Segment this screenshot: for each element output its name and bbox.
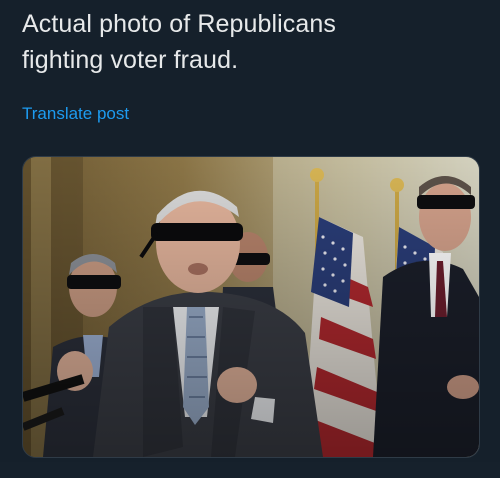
post-text-line-1: Actual photo of Republicans: [22, 10, 337, 38]
post-text: Actual photo of Republicans fighting vot…: [22, 6, 482, 78]
post-photo[interactable]: [22, 156, 480, 458]
translate-post-link[interactable]: Translate post: [22, 103, 129, 125]
post-text-line-2: fighting voter fraud.: [22, 46, 239, 74]
photo-image: [23, 157, 479, 457]
bottom-divider: [0, 462, 500, 478]
